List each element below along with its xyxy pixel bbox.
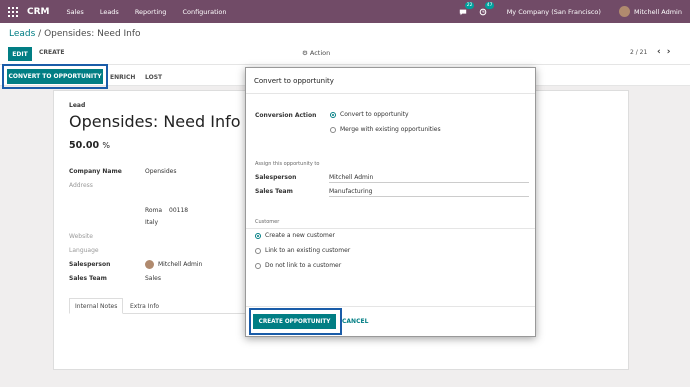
address-label: Address — [69, 182, 93, 189]
radio-link-customer[interactable]: Link to an existing customer — [255, 247, 350, 254]
modal-salesperson-label: Salesperson — [255, 174, 297, 181]
edit-button[interactable]: EDIT — [8, 47, 32, 61]
radio-create-customer[interactable]: Create a new customer — [255, 232, 335, 239]
radio-unchecked-icon — [255, 247, 261, 254]
radio-no-customer[interactable]: Do not link to a customer — [255, 262, 341, 269]
radio-unchecked-icon — [330, 126, 336, 133]
enrich-button[interactable]: ENRICH — [110, 74, 135, 81]
menu-reporting[interactable]: Reporting — [135, 8, 167, 16]
radio-unchecked-icon — [255, 262, 261, 269]
sales-team-value[interactable]: Sales — [145, 275, 161, 282]
salesperson-value[interactable]: Mitchell Admin — [145, 260, 202, 269]
modal-sales-team-field[interactable]: Manufacturing — [329, 186, 529, 197]
menu-leads[interactable]: Leads — [100, 8, 119, 16]
dialog-footer-divider — [246, 306, 535, 307]
record-type-label: Lead — [69, 102, 86, 109]
salesperson-label: Salesperson — [69, 261, 111, 268]
chat-button[interactable]: 22 — [459, 1, 475, 16]
radio-label: Convert to opportunity — [340, 111, 409, 118]
country-value[interactable]: Italy — [145, 219, 158, 226]
record-title[interactable]: Opensides: Need Info — [69, 112, 241, 131]
user-menu[interactable]: Mitchell Admin — [634, 8, 682, 16]
convert-dialog: Convert to opportunity Conversion Action… — [245, 67, 536, 337]
breadcrumb: Leads / Opensides: Need Info — [9, 29, 141, 39]
company-name-label: Company Name — [69, 168, 122, 175]
radio-convert-to-opportunity[interactable]: Convert to opportunity — [330, 111, 409, 118]
avatar — [145, 260, 154, 269]
lost-button[interactable]: LOST — [145, 74, 162, 81]
menu-configuration[interactable]: Configuration — [182, 8, 226, 16]
radio-label: Link to an existing customer — [265, 247, 351, 254]
radio-checked-icon — [255, 232, 261, 239]
conversion-action-label: Conversion Action — [255, 112, 317, 119]
activity-button[interactable]: 47 — [479, 1, 495, 16]
pager-arrows: ‹› — [657, 47, 676, 57]
probability-unit: % — [102, 141, 110, 150]
customer-section-label: Customer — [255, 219, 280, 225]
chevron-left-icon[interactable]: ‹ — [657, 47, 667, 57]
website-label: Website — [69, 233, 93, 240]
radio-label: Do not link to a customer — [265, 262, 342, 269]
assign-section-label: Assign this opportunity to — [255, 161, 320, 167]
radio-label: Merge with existing opportunities — [340, 126, 441, 133]
salesperson-name: Mitchell Admin — [158, 261, 203, 268]
dialog-header: Convert to opportunity — [246, 68, 535, 94]
city-value[interactable]: Roma — [145, 207, 162, 214]
radio-label: Create a new customer — [265, 232, 335, 239]
top-navbar: CRM Sales Leads Reporting Configuration … — [0, 0, 690, 23]
radio-merge-opportunities[interactable]: Merge with existing opportunities — [330, 126, 441, 133]
tab-internal-notes[interactable]: Internal Notes — [69, 298, 124, 314]
action-menu[interactable]: ⚙ Action — [302, 49, 330, 57]
chat-icon — [459, 9, 466, 15]
chat-count-badge: 22 — [464, 1, 475, 9]
zip-value[interactable]: 00118 — [169, 207, 188, 214]
activity-count-badge: 47 — [484, 1, 495, 9]
language-label: Language — [69, 247, 99, 254]
chevron-right-icon[interactable]: › — [667, 47, 677, 57]
company-name-value[interactable]: Opensides — [145, 168, 176, 175]
cancel-button[interactable]: CANCEL — [342, 318, 368, 325]
modal-sales-team-label: Sales Team — [255, 188, 293, 195]
company-switcher[interactable]: My Company (San Francisco) — [507, 8, 601, 16]
probability-value: 50.00 — [69, 140, 100, 151]
highlight-convert-button — [2, 64, 108, 89]
breadcrumb-current: Opensides: Need Info — [44, 29, 141, 39]
tab-extra-info[interactable]: Extra Info — [125, 298, 164, 314]
app-brand[interactable]: CRM — [27, 7, 50, 17]
highlight-create-opportunity-button — [249, 308, 342, 335]
sales-team-label: Sales Team — [69, 275, 107, 282]
radio-checked-icon — [330, 111, 336, 118]
apps-grid-icon[interactable] — [8, 6, 18, 17]
user-avatar[interactable] — [618, 6, 630, 17]
breadcrumb-separator: / — [35, 29, 45, 39]
menu-sales[interactable]: Sales — [67, 8, 84, 16]
dialog-title: Convert to opportunity — [254, 77, 334, 85]
divider — [246, 228, 535, 229]
probability[interactable]: 50.00 % — [69, 140, 110, 151]
modal-salesperson-field[interactable]: Mitchell Admin — [329, 172, 529, 183]
activity-icon — [479, 8, 487, 15]
control-panel: Leads / Opensides: Need Info EDIT CREATE… — [0, 23, 690, 64]
create-button[interactable]: CREATE — [39, 49, 65, 56]
breadcrumb-leads[interactable]: Leads — [9, 29, 35, 39]
pager-value[interactable]: 2 / 21 — [630, 49, 647, 56]
